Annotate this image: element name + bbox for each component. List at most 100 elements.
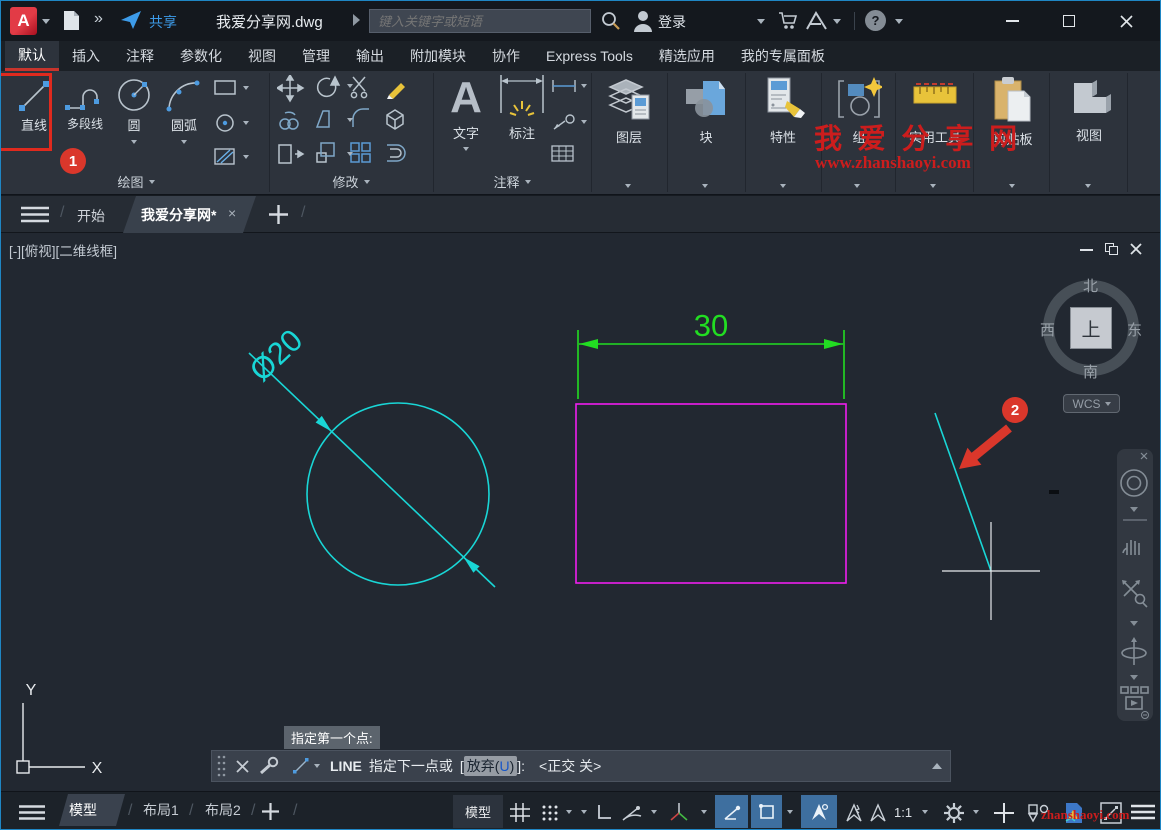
view-panel-caret-icon[interactable]	[1085, 184, 1091, 188]
block-panel-button[interactable]: 块	[676, 75, 736, 146]
ribbon-tab-collaborate[interactable]: 协作	[479, 41, 533, 71]
modify-tools-grid[interactable]	[277, 75, 427, 171]
command-tools-wrench-icon[interactable]	[258, 756, 280, 776]
modify-panel-label[interactable]: 修改	[306, 172, 396, 191]
minimize-button[interactable]	[990, 1, 1034, 41]
dimension-tool-button[interactable]: 标注	[496, 73, 548, 142]
properties-panel-button[interactable]: 特性	[753, 75, 813, 146]
plan-view-plus-icon[interactable]	[993, 802, 1015, 824]
start-tab[interactable]: 开始	[77, 206, 105, 226]
ribbon-tab-custom[interactable]: 我的专属面板	[728, 41, 838, 71]
ribbon-tab-manage[interactable]: 管理	[289, 41, 343, 71]
app-menu-caret-icon[interactable]	[42, 19, 50, 24]
login-label[interactable]: 登录	[658, 12, 686, 32]
polar-tracking-icon[interactable]	[621, 802, 643, 822]
share-label[interactable]: 共享	[149, 12, 177, 32]
linear-dim-caret-icon[interactable]	[581, 84, 587, 88]
model-space-button[interactable]: 模型	[453, 795, 503, 828]
command-option-undo[interactable]: 放弃(U)	[464, 756, 517, 776]
search-icon[interactable]	[601, 11, 621, 31]
autodesk-logo-icon[interactable]	[806, 11, 828, 31]
ribbon-tab-express[interactable]: Express Tools	[533, 41, 646, 71]
workspace-gear-icon[interactable]	[943, 802, 965, 824]
utilities-panel-caret-icon[interactable]	[930, 184, 936, 188]
workspace-caret-icon[interactable]	[973, 810, 979, 814]
view-panel-button[interactable]: 视图	[1063, 75, 1115, 144]
hatch-tool-button[interactable]	[213, 147, 249, 167]
share-icon[interactable]	[121, 11, 143, 31]
infer-caret-icon[interactable]	[581, 810, 587, 814]
viewcube-east-label[interactable]: 东	[1127, 319, 1142, 340]
arc-flyout-caret-icon[interactable]	[181, 140, 187, 144]
snap-mode-icon[interactable]	[541, 804, 559, 822]
circle-flyout-caret-icon[interactable]	[131, 140, 137, 144]
drawing-viewport[interactable]: [-][俯视][二维线框] Ø20	[1, 233, 1161, 791]
help-caret-icon[interactable]	[895, 19, 903, 24]
leader-caret-icon[interactable]	[581, 120, 587, 124]
ribbon-tab-featured[interactable]: 精选应用	[646, 41, 728, 71]
viewcube-south-label[interactable]: 南	[1083, 361, 1098, 382]
help-icon[interactable]: ?	[865, 10, 886, 31]
ribbon-tab-output[interactable]: 输出	[343, 41, 397, 71]
hatch-flyout-caret-icon[interactable]	[243, 155, 249, 159]
command-expand-caret-icon[interactable]	[932, 763, 942, 769]
arc-tool-button[interactable]: 圆弧	[159, 75, 209, 144]
groups-panel-caret-icon[interactable]	[854, 184, 860, 188]
qat-expand-icon[interactable]: »	[94, 10, 103, 28]
new-file-icon[interactable]	[63, 10, 80, 31]
polar-caret-icon[interactable]	[651, 810, 657, 814]
properties-panel-caret-icon[interactable]	[780, 184, 786, 188]
autodesk-caret-icon[interactable]	[833, 19, 841, 24]
ellipse-tool-button[interactable]	[213, 113, 249, 133]
rectangle-tool-button[interactable]	[213, 79, 249, 97]
rectangle-flyout-caret-icon[interactable]	[243, 86, 249, 90]
annotation-scale-icon[interactable]	[867, 802, 889, 824]
line-in-progress[interactable]	[935, 413, 991, 571]
layout-menu-icon[interactable]	[19, 805, 45, 820]
object-snap-button[interactable]	[751, 795, 782, 828]
viewcube-north-label[interactable]: 北	[1083, 275, 1098, 296]
ribbon-tab-home[interactable]: 默认	[5, 41, 59, 71]
new-tab-icon[interactable]	[269, 205, 288, 224]
leader-button[interactable]	[551, 113, 587, 131]
circle-entity[interactable]	[249, 353, 495, 587]
navigation-bar-icons[interactable]	[1117, 449, 1153, 721]
text-tool-button[interactable]: A 文字	[444, 73, 488, 151]
annotation-panel-label[interactable]: 注释	[467, 172, 557, 191]
rectangle-entity[interactable]	[576, 404, 846, 583]
ribbon-tab-annotate[interactable]: 注释	[113, 41, 167, 71]
ribbon-tab-parametric[interactable]: 参数化	[167, 41, 235, 71]
fillet-flyout-caret-icon[interactable]	[347, 118, 353, 122]
file-menu-icon[interactable]	[21, 206, 49, 223]
scale-caret-icon[interactable]	[922, 810, 928, 814]
ortho-mode-icon[interactable]	[595, 803, 613, 821]
customize-icon[interactable]	[1131, 804, 1155, 820]
text-flyout-caret-icon[interactable]	[463, 147, 469, 151]
table-icon[interactable]	[551, 145, 575, 163]
command-close-icon[interactable]	[236, 760, 249, 773]
grid-display-icon[interactable]	[510, 803, 530, 822]
ribbon-tab-addins[interactable]: 附加模块	[397, 41, 479, 71]
trim-flyout-caret-icon[interactable]	[347, 84, 353, 88]
drawing-canvas[interactable]: Ø20 30	[1, 233, 1161, 791]
new-layout-icon[interactable]	[262, 803, 279, 820]
isometric-drafting-icon[interactable]	[669, 802, 689, 822]
viewcube-west-label[interactable]: 西	[1040, 319, 1055, 340]
document-tab-close-icon[interactable]: ×	[228, 205, 236, 221]
osnap-caret-icon[interactable]	[787, 810, 793, 814]
document-tab-label[interactable]: 我爱分享网*	[141, 205, 216, 225]
command-history-caret-icon[interactable]	[314, 764, 320, 768]
object-snap-tracking-button[interactable]	[715, 795, 748, 828]
ellipse-flyout-caret-icon[interactable]	[243, 121, 249, 125]
wcs-dropdown[interactable]: WCS	[1063, 394, 1120, 413]
clipboard-panel-caret-icon[interactable]	[1009, 184, 1015, 188]
search-input[interactable]	[369, 9, 591, 33]
scale-value[interactable]: 1:1	[894, 805, 912, 820]
autoscale-icon[interactable]	[843, 802, 865, 824]
layout2-tab[interactable]: 布局2	[195, 794, 251, 826]
user-icon[interactable]	[633, 10, 653, 32]
command-line-bar[interactable]: LINE 指定下一点或 [ 放弃(U) ]: <正交 关>	[211, 750, 951, 782]
polyline-tool-button[interactable]: 多段线	[58, 75, 112, 132]
model-tab[interactable]: 模型	[59, 794, 125, 826]
app-logo-icon[interactable]: A	[10, 7, 37, 35]
